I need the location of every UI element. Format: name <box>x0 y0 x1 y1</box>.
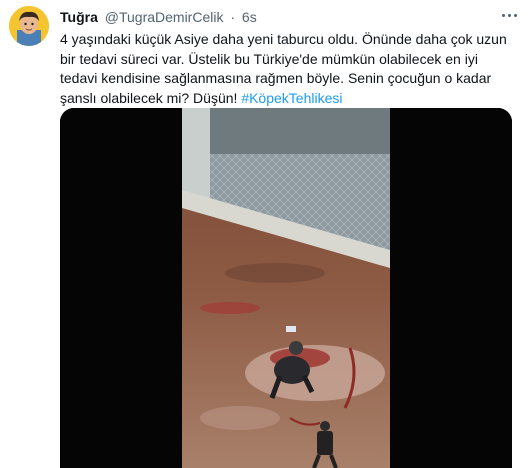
author-handle[interactable]: @TugraDemirCelik <box>105 9 224 25</box>
separator-dot: · <box>230 9 236 25</box>
tweet-video[interactable] <box>60 108 512 468</box>
hashtag-link[interactable]: #KöpekTehlikesi <box>241 90 342 106</box>
author-name[interactable]: Tuğra <box>60 9 98 25</box>
avatar-cartoon-icon <box>9 6 49 46</box>
more-options-icon[interactable] <box>498 4 520 26</box>
tweet-header: Tuğra @TugraDemirCelik · 6s <box>60 8 257 28</box>
tweet-text: 4 yaşındaki küçük Asiye daha yeni taburc… <box>60 30 512 108</box>
tweet: Tuğra @TugraDemirCelik · 6s 4 yaşındaki … <box>0 0 528 468</box>
avatar[interactable] <box>9 6 49 46</box>
video-frame <box>60 108 512 468</box>
tweet-time[interactable]: 6s <box>242 9 257 25</box>
